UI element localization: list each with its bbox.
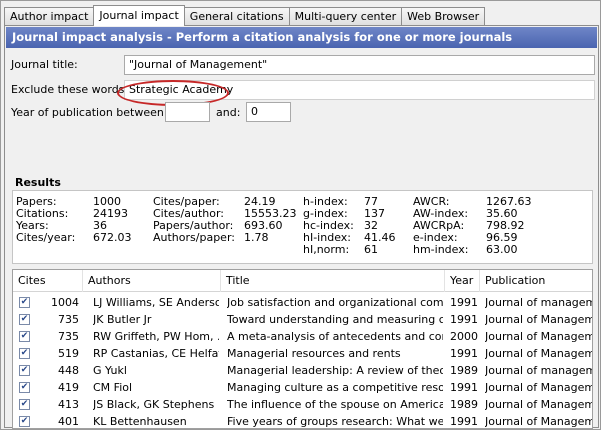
cell-authors: JS Black, GK Stephens <box>93 398 215 411</box>
cell-cites: 413 <box>58 398 79 411</box>
results-metrics: Papers: 1000 Citations: 24193 Years: 36 … <box>12 190 593 264</box>
cell-authors: RP Castanias, CE Helfat <box>93 347 219 360</box>
cell-cites: 519 <box>58 347 79 360</box>
row-checkbox[interactable]: ✔ <box>19 416 30 427</box>
table-header: Cites Authors Title Year Publication <box>13 270 592 292</box>
cell-year: 1991 <box>450 415 478 428</box>
and-label: and: <box>216 106 241 119</box>
table-row[interactable]: ✔ 448 G Yukl Managerial leadership: A revie… <box>13 362 592 379</box>
metric-value: 63.00 <box>486 243 518 256</box>
cell-year: 1991 <box>450 313 478 326</box>
cell-publication: Journal of Management <box>485 330 592 343</box>
column-header-authors[interactable]: Authors <box>83 270 221 292</box>
cell-authors: JK Butler Jr <box>93 313 152 326</box>
table-row[interactable]: ✔ 519 RP Castanias, CE Helfat Managerial re… <box>13 345 592 362</box>
cell-title: Job satisfaction and organizational comm… <box>227 296 443 309</box>
row-checkbox[interactable]: ✔ <box>19 348 30 359</box>
cell-title: Managerial leadership: A review of theor… <box>227 364 443 377</box>
table-row[interactable]: ✔ 413 JS Black, GK Stephens The influence o… <box>13 396 592 413</box>
cell-cites: 735 <box>58 330 79 343</box>
cell-year: 1989 <box>450 398 478 411</box>
exclude-words-label: Exclude these words: <box>11 83 129 96</box>
cell-authors: G Yukl <box>93 364 127 377</box>
journal-impact-panel: Journal impact analysis - Perform a cita… <box>4 25 599 429</box>
results-heading: Results <box>15 176 61 189</box>
year-range-label: Year of publication between: <box>11 106 168 119</box>
journal-title-input[interactable]: "Journal of Management" <box>124 55 595 75</box>
cell-year: 1989 <box>450 364 478 377</box>
cell-cites: 735 <box>58 313 79 326</box>
tab-web-browser[interactable]: Web Browser <box>401 7 486 26</box>
app-window: Author impact Journal impact General cit… <box>0 0 601 430</box>
metric-label: Authors/paper: <box>153 231 235 244</box>
row-checkbox[interactable]: ✔ <box>19 297 30 308</box>
tab-journal-impact[interactable]: Journal impact <box>93 5 185 26</box>
metric-label: Cites/year: <box>16 231 76 244</box>
cell-authors: KL Bettenhausen <box>93 415 187 428</box>
tab-bar: Author impact Journal impact General cit… <box>4 5 486 26</box>
metric-value: 61 <box>364 243 378 256</box>
table-row[interactable]: ✔ 735 RW Griffeth, PW Hom, ... A meta-analy… <box>13 328 592 345</box>
table-row[interactable]: ✔ 401 KL Bettenhausen Five years of groups … <box>13 413 592 428</box>
results-table: Cites Authors Title Year Publication ✔ 10… <box>12 269 593 429</box>
cell-publication: Journal of management <box>485 296 592 309</box>
tab-general-citations[interactable]: General citations <box>183 7 290 26</box>
cell-publication: Journal of Management <box>485 398 592 411</box>
metric-value: 672.03 <box>93 231 132 244</box>
cell-publication: Journal of Management <box>485 381 592 394</box>
cell-year: 1991 <box>450 347 478 360</box>
row-checkbox[interactable]: ✔ <box>19 399 30 410</box>
tab-multi-query-center[interactable]: Multi-query center <box>288 7 403 26</box>
tab-author-impact[interactable]: Author impact <box>4 7 95 26</box>
row-checkbox[interactable]: ✔ <box>19 314 30 325</box>
cell-cites: 401 <box>58 415 79 428</box>
panel-banner: Journal impact analysis - Perform a cita… <box>6 27 597 48</box>
cell-title: The influence of the spouse on American.… <box>227 398 443 411</box>
journal-title-label: Journal title: <box>11 58 78 71</box>
cell-title: Toward understanding and measuring co... <box>227 313 443 326</box>
cell-authors: LJ Williams, SE Anderson <box>93 296 219 309</box>
cell-year: 2000 <box>450 330 478 343</box>
cell-cites: 448 <box>58 364 79 377</box>
row-checkbox[interactable]: ✔ <box>19 331 30 342</box>
column-header-cites[interactable]: Cites <box>13 270 83 292</box>
cell-cites: 1004 <box>51 296 79 309</box>
cell-authors: RW Griffeth, PW Hom, ... <box>93 330 219 343</box>
column-header-publication[interactable]: Publication <box>480 270 592 292</box>
year-to-input[interactable]: 0 <box>246 102 291 122</box>
cell-publication: Journal of Management <box>485 415 592 428</box>
table-row[interactable]: ✔ 1004 LJ Williams, SE Anderson Job satisfa… <box>13 294 592 311</box>
year-from-input[interactable] <box>165 102 210 122</box>
metric-label: hm-index: <box>413 243 469 256</box>
metric-value: 1.78 <box>244 231 269 244</box>
table-row[interactable]: ✔ 735 JK Butler Jr Toward understanding and… <box>13 311 592 328</box>
cell-title: Managing culture as a competitive resou.… <box>227 381 443 394</box>
cell-year: 1991 <box>450 296 478 309</box>
metric-label: hI,norm: <box>303 243 350 256</box>
cell-year: 1991 <box>450 381 478 394</box>
cell-publication: Journal of Management <box>485 313 592 326</box>
row-checkbox[interactable]: ✔ <box>19 382 30 393</box>
row-checkbox[interactable]: ✔ <box>19 365 30 376</box>
cell-cites: 419 <box>58 381 79 394</box>
cell-publication: Journal of Management <box>485 347 592 360</box>
cell-title: Managerial resources and rents <box>227 347 401 360</box>
table-row[interactable]: ✔ 419 CM Fiol Managing culture as a competi… <box>13 379 592 396</box>
cell-publication: Journal of management <box>485 364 592 377</box>
cell-title: Five years of groups research: What we..… <box>227 415 443 428</box>
cell-authors: CM Fiol <box>93 381 133 394</box>
cell-title: A meta-analysis of antecedents and corr.… <box>227 330 443 343</box>
column-header-title[interactable]: Title <box>221 270 445 292</box>
column-header-year[interactable]: Year <box>445 270 480 292</box>
